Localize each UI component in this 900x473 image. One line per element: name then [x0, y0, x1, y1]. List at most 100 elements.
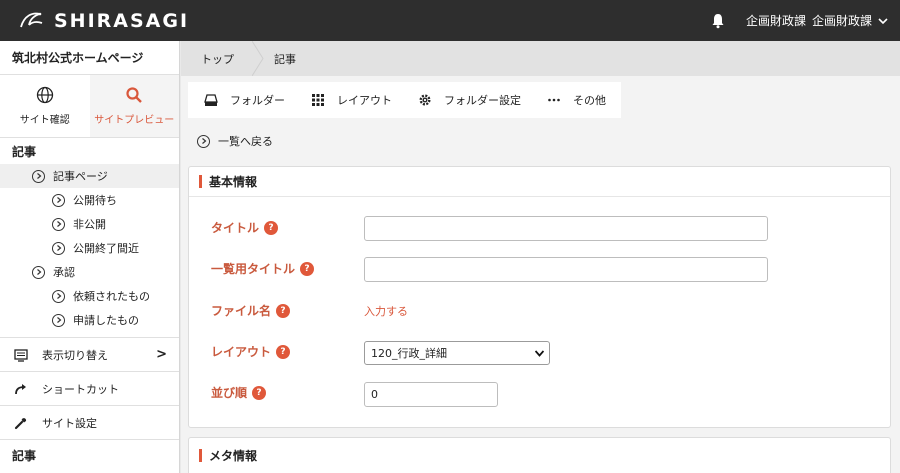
order-row-label: 並び順 ? [211, 384, 267, 401]
layout-select-value: 120_行政_詳細 [371, 347, 447, 360]
sidebar-item-requested[interactable]: 依頼されたもの [0, 284, 179, 308]
logo-text: SHIRASAGI [54, 9, 190, 32]
sidebar-item-approval[interactable]: 承認 [0, 260, 179, 284]
layout-field-label: レイアウト [211, 345, 272, 359]
list-title-row-label: 一覧用タイトル ? [211, 260, 315, 277]
back-label: 一覧へ戻る [218, 135, 273, 148]
sidebar-item-applied[interactable]: 申請したもの [0, 308, 179, 332]
sidebar-item-view-switch[interactable]: 表示切り替え > [0, 337, 179, 371]
heron-logo-icon [20, 12, 43, 27]
site-check-button[interactable]: サイト確認 [0, 75, 90, 137]
drive-icon [204, 94, 218, 106]
help-icon[interactable]: ? [252, 385, 267, 400]
top-bar: SHIRASAGI 企画財政課 企画財政課 [0, 0, 900, 41]
help-icon[interactable]: ? [276, 344, 291, 359]
folder-settings-button[interactable]: フォルダー設定 [418, 92, 521, 108]
chevron-circle-icon [52, 193, 65, 207]
meta-info-title: メタ情報 [209, 448, 258, 463]
user-menu[interactable]: 企画財政課 企画財政課 [740, 12, 888, 29]
meta-info-panel: メタ情報 [188, 437, 891, 473]
order-label: 並び順 [211, 386, 248, 400]
folder-button[interactable]: フォルダー [204, 92, 285, 108]
sidebar-item-label: ショートカット [42, 382, 119, 396]
sidebar-item-label: 依頼されたもの [73, 290, 150, 303]
chevron-circle-icon [52, 241, 65, 255]
logo[interactable]: SHIRASAGI [18, 10, 189, 32]
user-name: 企画財政課 [811, 14, 872, 28]
bell-icon[interactable] [710, 13, 726, 29]
breadcrumb-separator-icon [252, 41, 264, 76]
sidebar-item-label: サイト設定 [42, 416, 97, 430]
chevron-down-icon [535, 350, 544, 357]
sidebar: 筑北村公式ホームページ サイト確認 サイトプレビュー 記事 記事ページ 公開待ち… [0, 41, 180, 473]
back-to-list-link[interactable]: 一覧へ戻る [197, 133, 273, 149]
site-name[interactable]: 筑北村公式ホームページ [0, 41, 179, 75]
main-content: フォルダー レイアウト フォルダー設定 その他 一覧へ戻る 基本情報 タイトル … [181, 76, 900, 473]
sidebar-section-title: 記事 [12, 144, 37, 159]
chevron-circle-icon [52, 217, 65, 231]
help-icon[interactable]: ? [300, 261, 315, 276]
gear-icon [419, 94, 431, 106]
breadcrumb-top[interactable]: トップ [181, 41, 252, 76]
title-row-label: タイトル ? [211, 219, 279, 236]
chevron-right-icon: > [156, 347, 167, 362]
sidebar-item-label: 非公開 [73, 218, 106, 231]
accent-bar [199, 175, 202, 188]
list-title-label: 一覧用タイトル [211, 262, 296, 276]
help-icon[interactable]: ? [276, 303, 291, 318]
order-input[interactable]: 0 [364, 382, 498, 407]
sidebar-item-private[interactable]: 非公開 [0, 212, 179, 236]
globe-icon [36, 86, 53, 104]
sidebar-item-label: 承認 [53, 266, 75, 279]
layout-label: レイアウト [337, 94, 392, 107]
chevron-circle-icon [52, 313, 65, 327]
share-arrow-icon [15, 383, 26, 394]
title-label: タイトル [211, 221, 260, 235]
sidebar-item-site-settings[interactable]: サイト設定 [0, 405, 179, 439]
sidebar-item-label: 公開終了間近 [73, 242, 139, 255]
site-preview-button[interactable]: サイトプレビュー [89, 75, 179, 137]
user-org: 企画財政課 [745, 14, 806, 28]
sidebar-item-label: 記事ページ [53, 170, 108, 183]
wrench-icon [14, 417, 27, 429]
layout-button[interactable]: レイアウト [311, 92, 392, 108]
filename-label: ファイル名 [211, 304, 272, 318]
chevron-circle-icon [52, 289, 65, 303]
breadcrumb-article[interactable]: 記事 [264, 41, 314, 76]
more-dots-icon [548, 98, 560, 102]
list-title-input[interactable] [364, 257, 768, 282]
folder-label: フォルダー [230, 94, 285, 107]
filename-row-label: ファイル名 ? [211, 302, 291, 319]
meta-info-header[interactable]: メタ情報 [189, 438, 890, 472]
sidebar-item-label: 公開待ち [73, 194, 117, 207]
display-icon [14, 348, 28, 362]
basic-info-header: 基本情報 [189, 167, 890, 197]
layout-select[interactable]: 120_行政_詳細 [364, 341, 550, 365]
chevron-circle-icon [197, 134, 210, 148]
accent-bar [199, 448, 202, 462]
folder-settings-label: フォルダー設定 [444, 94, 521, 107]
chevron-circle-icon [32, 169, 45, 183]
sidebar-section-title-2: 記事 [0, 439, 179, 471]
site-preview-label: サイトプレビュー [94, 115, 175, 126]
sidebar-item-label: 申請したもの [73, 314, 139, 327]
sidebar-item-pending[interactable]: 公開待ち [0, 188, 179, 212]
filename-input-link[interactable]: 入力する [364, 303, 408, 319]
sidebar-item-label: 表示切り替え [42, 348, 108, 362]
sidebar-item-shortcut[interactable]: ショートカット [0, 371, 179, 405]
chevron-circle-icon [32, 265, 45, 279]
sidebar-item-closing-soon[interactable]: 公開終了間近 [0, 236, 179, 260]
sidebar-item-article-page[interactable]: 記事ページ [0, 164, 179, 188]
search-icon [126, 87, 143, 103]
chevron-down-icon [878, 17, 888, 24]
breadcrumb: トップ 記事 [181, 41, 900, 76]
more-label: その他 [573, 94, 606, 107]
layout-row-label: レイアウト ? [211, 343, 291, 360]
help-icon[interactable]: ? [264, 220, 279, 235]
basic-info-panel: 基本情報 タイトル ? 一覧用タイトル ? ファイル名 ? 入力する レイアウト… [188, 166, 891, 428]
toolbar: フォルダー レイアウト フォルダー設定 その他 [188, 82, 621, 118]
basic-info-title: 基本情報 [209, 175, 258, 189]
title-input[interactable] [364, 216, 768, 241]
site-check-label: サイト確認 [19, 115, 70, 126]
more-button[interactable]: その他 [547, 92, 606, 108]
